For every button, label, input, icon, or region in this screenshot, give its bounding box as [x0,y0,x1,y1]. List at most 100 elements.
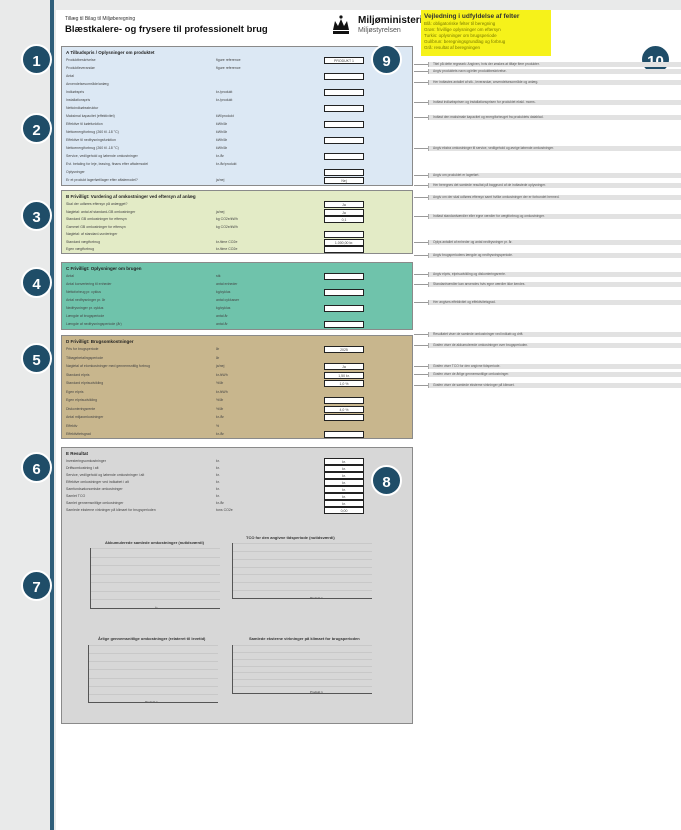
value-input[interactable] [324,73,364,80]
chart-title: Akkumulerede samlede omkostninger (nutid… [105,540,204,545]
field-unit: kr./kWh [216,372,228,377]
form-row: Pris for brugsperiode år 2025 [66,346,408,356]
value-input[interactable] [324,246,364,253]
value-input[interactable] [324,89,364,96]
field-unit: kr. [216,466,220,470]
field-unit: år [216,355,220,360]
field-unit: kW/produkt [216,114,234,118]
field-label: Effektive til nedfrysningsfunktion [66,138,116,142]
value-input[interactable] [324,121,364,128]
value-input[interactable]: kr. [324,458,364,465]
guidance-note: Her indtastes antallet af stk., leverand… [428,80,681,85]
field-unit: %/år [216,398,224,402]
value-input[interactable]: Ja [324,363,364,370]
value-input[interactable]: kr. [324,465,364,472]
form-row: Indkøbspris kr./produkt [66,89,408,98]
value-input[interactable]: Nej [324,177,364,184]
chart-gridline [232,645,372,646]
chart-gridline [232,665,372,667]
field-label: Investeringsomkostninger [66,459,106,463]
value-input[interactable]: 1,50 kr. [324,371,364,379]
value-input[interactable]: 0,1 [324,216,364,223]
value-input[interactable] [324,431,364,438]
field-label: Antal nedfrysninger pr. år [66,298,106,302]
guidance-note: Titel på dette regneark: Angiven, hvis d… [428,62,681,67]
field-label: Effektivitetsgrad [66,432,91,436]
field-label: Maksimal kapacitet (effektivitet) [66,114,115,118]
note-text: Angiv elpris, elprisudvikling og diskont… [433,272,506,276]
field-unit: tons CO2e [216,508,233,512]
connector-line [414,242,428,243]
connector-line [414,284,428,285]
chart-title: Samlede eksterne virkninger på klimaet f… [249,636,360,641]
guidance-note: Angiv brugsperiodens længde og nedfrysni… [428,253,681,258]
value-input[interactable] [324,305,364,312]
callout-badge-2: 2 [21,113,52,144]
connector-line [414,274,428,275]
value-input[interactable]: kr. [324,472,364,479]
field-label: Længde af nedfrysningsperiode (år) [66,322,122,326]
value-input[interactable]: 1,0 % [324,380,364,387]
form-row: Antal miljøomkostninger kr./år [66,414,408,424]
field-unit: kg CO2e/kWh [216,224,238,229]
field-unit: antal cyklusser [216,298,240,302]
field-label: Samlede eksterne virkninger på klimaet f… [66,508,156,512]
field-unit: kr./time CO2e [216,247,238,251]
field-label: Antal konvertering til enheder [66,282,112,286]
chart-title: TCO for den angivne tidsperiode (nutidsv… [246,535,335,540]
note-text: Angiv produktets navn og/eller produktbe… [433,69,507,73]
field-label: Er et produkt lagerført/lager efter afta… [66,178,138,182]
field-label: Nøgletal af elomkostninger med gennemsni… [66,364,151,368]
chart-gridline [90,590,220,592]
note-text: Angiv brugsperiodens længde og nedfrysni… [433,253,513,257]
connector-line [414,334,428,335]
value-input[interactable]: kr. [324,493,364,500]
field-label: Indkøbspris [66,90,85,94]
connector-line [414,255,428,256]
guidance-note: Angiv ekstra omkostninger til service, v… [428,146,681,151]
value-input[interactable] [324,169,364,176]
value-input[interactable] [324,137,364,144]
section-title: B Frivilligt: Vurdering af omkostninger … [66,194,196,199]
section-inspection: B Frivilligt: Vurdering af omkostninger … [61,190,413,254]
value-input[interactable]: 4,0 % [324,405,364,413]
value-input[interactable] [324,273,364,280]
note-text: Grafen viser de akkumulerede omkostninge… [433,343,529,347]
field-unit: år [216,347,220,351]
guidance-note: Angiv om produktet er lagerført. [428,173,681,178]
value-input[interactable] [324,231,364,238]
value-input[interactable]: kr. [324,486,364,493]
field-label: Antal miljøomkostninger [66,415,104,419]
guidance-note: Indtast den maksimale kapacitet og energ… [428,115,681,120]
chart-x-axis [90,608,220,609]
guide-box: Vejledning i udfyldelse af felter Blå: o… [421,10,551,56]
field-label: Samfundsøkonomiske omkostninger [66,487,123,491]
field-unit: kr. [216,480,220,484]
form-row: Service, vedligehold og løbende omkostni… [66,153,408,162]
value-input[interactable]: Ja [324,208,364,216]
chart-y-axis [88,645,89,702]
form-row: Længde af nedfrysningsperiode (år) antal … [66,321,408,330]
value-input[interactable]: 2025 [324,346,364,353]
chart-y-axis [90,548,91,608]
value-input[interactable]: kr. [324,500,364,507]
value-input[interactable]: kr. [324,479,364,486]
value-input[interactable] [324,397,364,404]
value-input[interactable] [324,414,364,421]
note-text: Grafen viser de årlige gennemsnitlige om… [433,372,510,376]
value-input[interactable]: 1.000,00 kr. [324,238,364,246]
guide-line: Blå: obligatoriske felter til beregning [424,21,496,26]
value-input[interactable] [324,153,364,160]
value-input[interactable] [324,105,364,112]
value-input[interactable]: 0,00 [324,507,364,514]
section-costs: D Frivilligt: Brugsomkostninger Pris for… [61,335,413,439]
form-row: Egen vægtforbrug kr./time CO2e [66,246,408,255]
field-unit: kr./kWh [216,389,228,394]
form-row: Effektivitetsgrad kr./år [66,431,408,441]
field-label: Standard GB omkostninger for eftersyn [66,217,127,221]
value-input[interactable] [324,321,364,328]
field-label: Diskonteringsrente [66,406,96,411]
value-input[interactable] [324,289,364,296]
value-input[interactable]: PRODUKT 1 [324,57,364,64]
value-input[interactable]: Ja [324,201,364,208]
